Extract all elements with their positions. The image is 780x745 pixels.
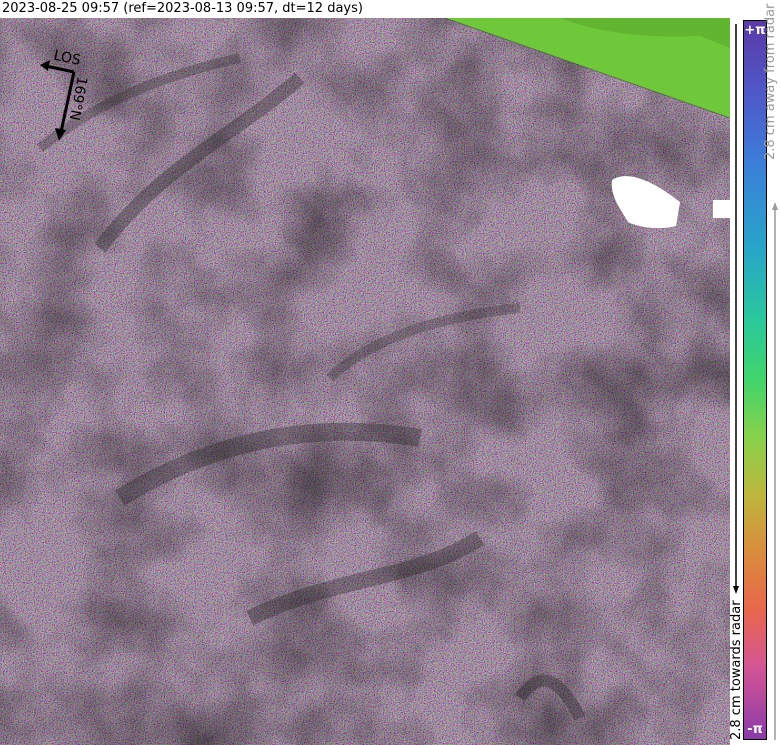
- no-data-patch-edge: [713, 200, 730, 218]
- away-from-radar-label: 2.8 cm away from radar: [763, 3, 778, 160]
- towards-radar-label: 2.8 cm towards radar: [729, 600, 744, 740]
- compass-indicator: LOS 169°N: [40, 48, 90, 141]
- los-label: LOS: [52, 48, 82, 69]
- figure-title: 2023-08-25 09:57 (ref=2023-08-13 09:57, …: [2, 1, 363, 16]
